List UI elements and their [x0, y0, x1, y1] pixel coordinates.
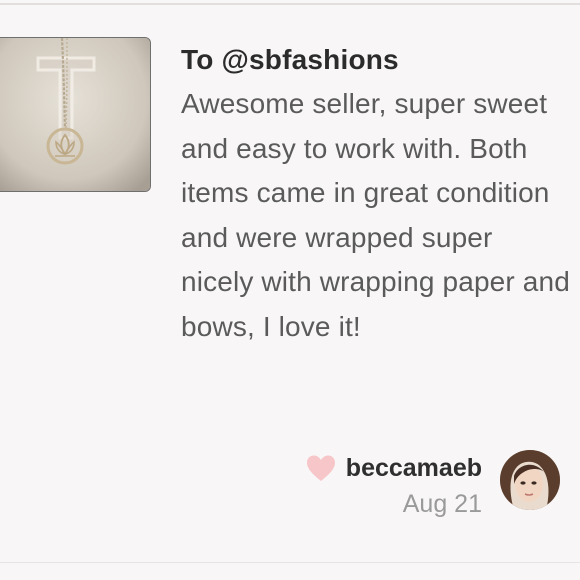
review-recipient[interactable]: To @sbfashions	[181, 40, 571, 80]
top-divider	[0, 3, 580, 5]
avatar[interactable]	[500, 450, 560, 510]
item-image[interactable]	[0, 38, 150, 191]
review-author-row: beccamaeb	[306, 448, 482, 488]
review-text-block: To @sbfashions Awesome seller, super swe…	[181, 40, 571, 349]
review-message: Awesome seller, super sweet and easy to …	[181, 88, 570, 342]
bottom-divider	[0, 562, 580, 563]
review-date: Aug 21	[402, 490, 482, 518]
heart-icon	[306, 455, 335, 481]
author-username[interactable]: beccamaeb	[346, 448, 482, 488]
review-card: To @sbfashions Awesome seller, super swe…	[0, 0, 580, 580]
